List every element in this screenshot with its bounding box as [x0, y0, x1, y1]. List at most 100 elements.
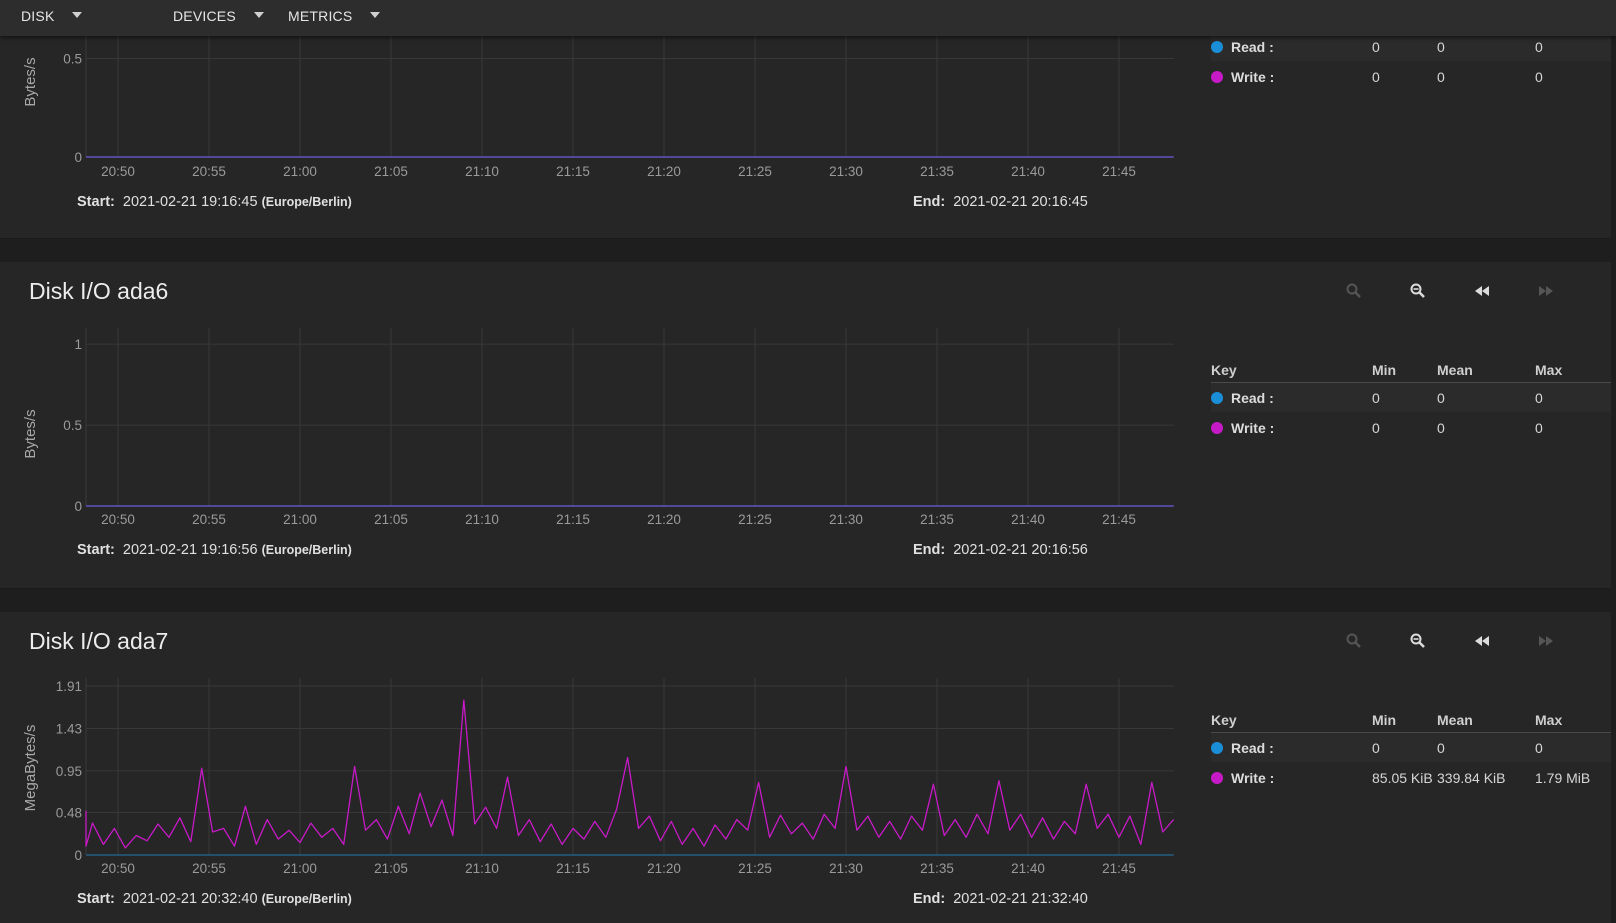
- y-tick-label: 0.5: [63, 52, 82, 67]
- disk-io-chart-ada7: 20:50 20:55 21:00 21:05 21:10 21:15 21:20 21:25…: [22, 678, 1175, 876]
- zoom-out-button[interactable]: [1407, 630, 1429, 652]
- zoom-in-icon: [1346, 283, 1361, 298]
- metrics-menu-label: METRICS: [288, 8, 353, 24]
- x-tick-label: 21:45: [1102, 861, 1136, 876]
- legend-header-max: Max: [1535, 362, 1563, 378]
- x-tick-label: 20:55: [192, 164, 226, 179]
- x-tick-label: 21:10: [465, 512, 499, 527]
- y-tick-label: 1.91: [56, 679, 82, 694]
- range-end: End: 2021-02-21 21:32:40: [913, 891, 1088, 907]
- legend-key-read: Read :: [1231, 389, 1274, 406]
- start-value: 2021-02-21 19:16:45: [122, 194, 258, 210]
- legend-mean-read: 0: [1437, 739, 1445, 756]
- y-tick-label: 0.95: [56, 764, 82, 779]
- x-tick-label: 20:50: [101, 512, 135, 527]
- metrics-menu[interactable]: METRICS: [288, 0, 381, 32]
- legend-header-mean: Mean: [1437, 362, 1473, 378]
- x-tick-label: 21:35: [920, 164, 954, 179]
- legend-key-write: Write :: [1231, 769, 1275, 786]
- zoom-in-icon: [1346, 633, 1361, 648]
- zoom-in-button[interactable]: [1343, 630, 1365, 652]
- x-tick-label: 21:40: [1011, 512, 1045, 527]
- x-tick-label: 21:35: [920, 861, 954, 876]
- x-tick-label: 20:55: [192, 512, 226, 527]
- step-forward-button[interactable]: [1535, 630, 1557, 652]
- y-axis-label: MegaBytes/s: [22, 725, 39, 812]
- y-tick-label: 0: [74, 150, 82, 165]
- legend-header-min: Min: [1372, 712, 1397, 728]
- y-tick-label: 1: [74, 337, 82, 352]
- end-label: End:: [913, 891, 946, 907]
- legend-min-write: 0: [1372, 419, 1380, 436]
- timezone-label: (Europe/Berlin): [261, 195, 352, 209]
- y-axis-label: Bytes/s: [22, 57, 39, 106]
- x-tick-label: 21:30: [829, 164, 863, 179]
- x-tick-label: 21:20: [647, 164, 681, 179]
- step-back-button[interactable]: [1471, 280, 1493, 302]
- legend-mean-write: 0: [1437, 419, 1445, 436]
- legend-min-read: 0: [1372, 389, 1380, 406]
- legend-header-max: Max: [1535, 712, 1563, 728]
- legend-max-write: 1.79 MiB: [1535, 769, 1591, 786]
- start-value: 2021-02-21 20:32:40: [122, 891, 258, 907]
- disk-io-panel-ada6: Disk I/O ada6 20:50 20:55 21:00 21:05 21:10 2…: [0, 262, 1611, 589]
- legend-header-mean: Mean: [1437, 712, 1473, 728]
- legend-min-read: 0: [1372, 38, 1380, 55]
- devices-menu[interactable]: DEVICES: [173, 0, 264, 32]
- legend-header-key: Key: [1211, 712, 1237, 728]
- end-value: 2021-02-21 21:32:40: [953, 891, 1088, 907]
- fast-forward-icon: [1539, 286, 1553, 296]
- legend-key-read: Read :: [1231, 739, 1274, 756]
- range-end: End: 2021-02-21 20:16:45: [913, 194, 1088, 210]
- zoom-in-button[interactable]: [1343, 280, 1365, 302]
- read-series-dot-icon: [1211, 741, 1223, 754]
- y-axis-label: Bytes/s: [22, 409, 39, 458]
- legend-header-key: Key: [1211, 362, 1237, 378]
- x-tick-label: 21:40: [1011, 861, 1045, 876]
- write-series-dot-icon: [1211, 771, 1223, 784]
- series-line-write: [85, 699, 1175, 849]
- legend-row-read: Read : 0 0 0: [1211, 733, 1611, 762]
- legend-max-write: 0: [1535, 419, 1543, 436]
- legend-header-min: Min: [1372, 362, 1397, 378]
- x-tick-label: 21:00: [283, 861, 317, 876]
- legend-max-read: 0: [1535, 389, 1543, 406]
- zoom-out-button[interactable]: [1407, 280, 1429, 302]
- legend-max-write: 0: [1535, 68, 1543, 85]
- x-tick-label: 21:45: [1102, 512, 1136, 527]
- x-tick-label: 21:00: [283, 512, 317, 527]
- x-tick-label: 21:10: [465, 164, 499, 179]
- start-label: Start:: [77, 194, 115, 210]
- read-series-dot-icon: [1211, 40, 1223, 53]
- x-tick-label: 21:40: [1011, 164, 1045, 179]
- x-tick-label: 21:20: [647, 512, 681, 527]
- x-tick-label: 21:35: [920, 512, 954, 527]
- x-tick-label: 20:50: [101, 164, 135, 179]
- top-menu-bar: DISK DEVICES METRICS: [0, 0, 1616, 36]
- legend-mean-read: 0: [1437, 38, 1445, 55]
- step-back-button[interactable]: [1471, 630, 1493, 652]
- devices-menu-label: DEVICES: [173, 8, 236, 24]
- legend-key-write: Write :: [1231, 68, 1275, 85]
- end-value: 2021-02-21 20:16:56: [953, 542, 1088, 558]
- legend-min-read: 0: [1372, 739, 1380, 756]
- y-tick-label: 0.5: [63, 418, 82, 433]
- legend-min-write: 0: [1372, 68, 1380, 85]
- write-series-dot-icon: [1211, 421, 1223, 434]
- legend-header: Key Min Mean Max: [1211, 708, 1611, 733]
- x-tick-label: 21:05: [374, 861, 408, 876]
- x-tick-label: 21:15: [556, 164, 590, 179]
- legend-row-read: Read : 0 0 0: [1211, 383, 1611, 412]
- x-tick-label: 21:25: [738, 512, 772, 527]
- x-tick-label: 21:15: [556, 861, 590, 876]
- disk-menu[interactable]: DISK: [21, 0, 83, 32]
- end-value: 2021-02-21 20:16:45: [953, 194, 1088, 210]
- x-tick-label: 21:45: [1102, 164, 1136, 179]
- end-label: End:: [913, 542, 946, 558]
- step-forward-button[interactable]: [1535, 280, 1557, 302]
- y-tick-label: 0: [74, 848, 82, 863]
- range-start: Start: 2021-02-21 20:32:40 (Europe/Berlin…: [77, 891, 352, 907]
- start-label: Start:: [77, 542, 115, 558]
- start-label: Start:: [77, 891, 115, 907]
- x-tick-label: 21:25: [738, 861, 772, 876]
